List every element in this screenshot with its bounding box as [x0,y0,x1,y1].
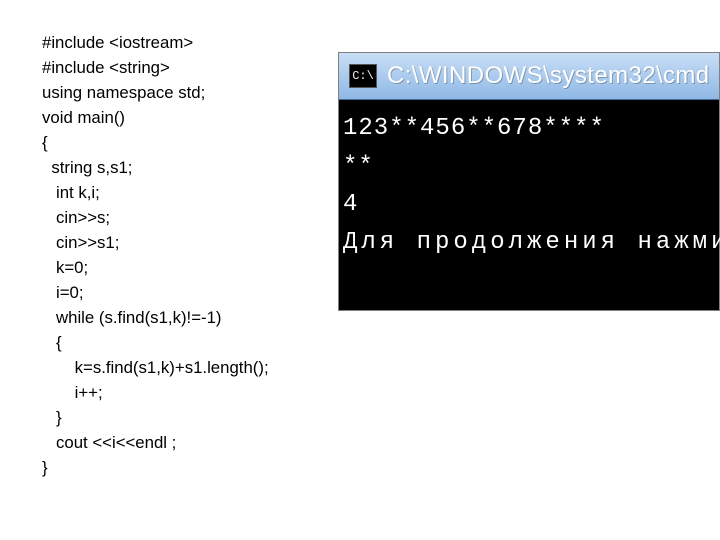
window-titlebar: C:\ C:\WINDOWS\system32\cmd [339,53,719,100]
code-line: void main() [42,108,125,127]
cmd-icon-label: C:\ [352,69,374,83]
console-line: 4 [343,191,358,218]
code-line: int k,i; [42,183,100,202]
code-line: cin>>s; [42,208,110,227]
code-line: k=0; [42,258,88,277]
code-line: cout <<i<<endl ; [42,433,176,452]
code-line: #include <iostream> [42,33,193,52]
code-line: { [42,333,62,352]
cmd-icon: C:\ [349,64,377,88]
code-line: } [42,458,48,477]
code-line: #include <string> [42,58,170,77]
console-line: ** [343,153,374,180]
code-line: while (s.find(s1,k)!=-1) [42,308,222,327]
code-line: cin>>s1; [42,233,119,252]
code-line: } [42,408,62,427]
console-window: C:\ C:\WINDOWS\system32\cmd 123**456**67… [338,52,720,311]
code-line: { [42,133,48,152]
code-line: using namespace std; [42,83,205,102]
console-line: 123**456**678**** [343,115,605,142]
console-line: Для продолжения нажмите [343,229,720,256]
source-code-block: #include <iostream> #include <string> us… [42,30,269,480]
console-output: 123**456**678**** ** 4 Для продолжения н… [339,100,719,310]
code-line: string s,s1; [42,158,132,177]
code-line: i++; [42,383,103,402]
code-line: k=s.find(s1,k)+s1.length(); [42,358,269,377]
code-line: i=0; [42,283,84,302]
window-title: C:\WINDOWS\system32\cmd [387,62,710,90]
